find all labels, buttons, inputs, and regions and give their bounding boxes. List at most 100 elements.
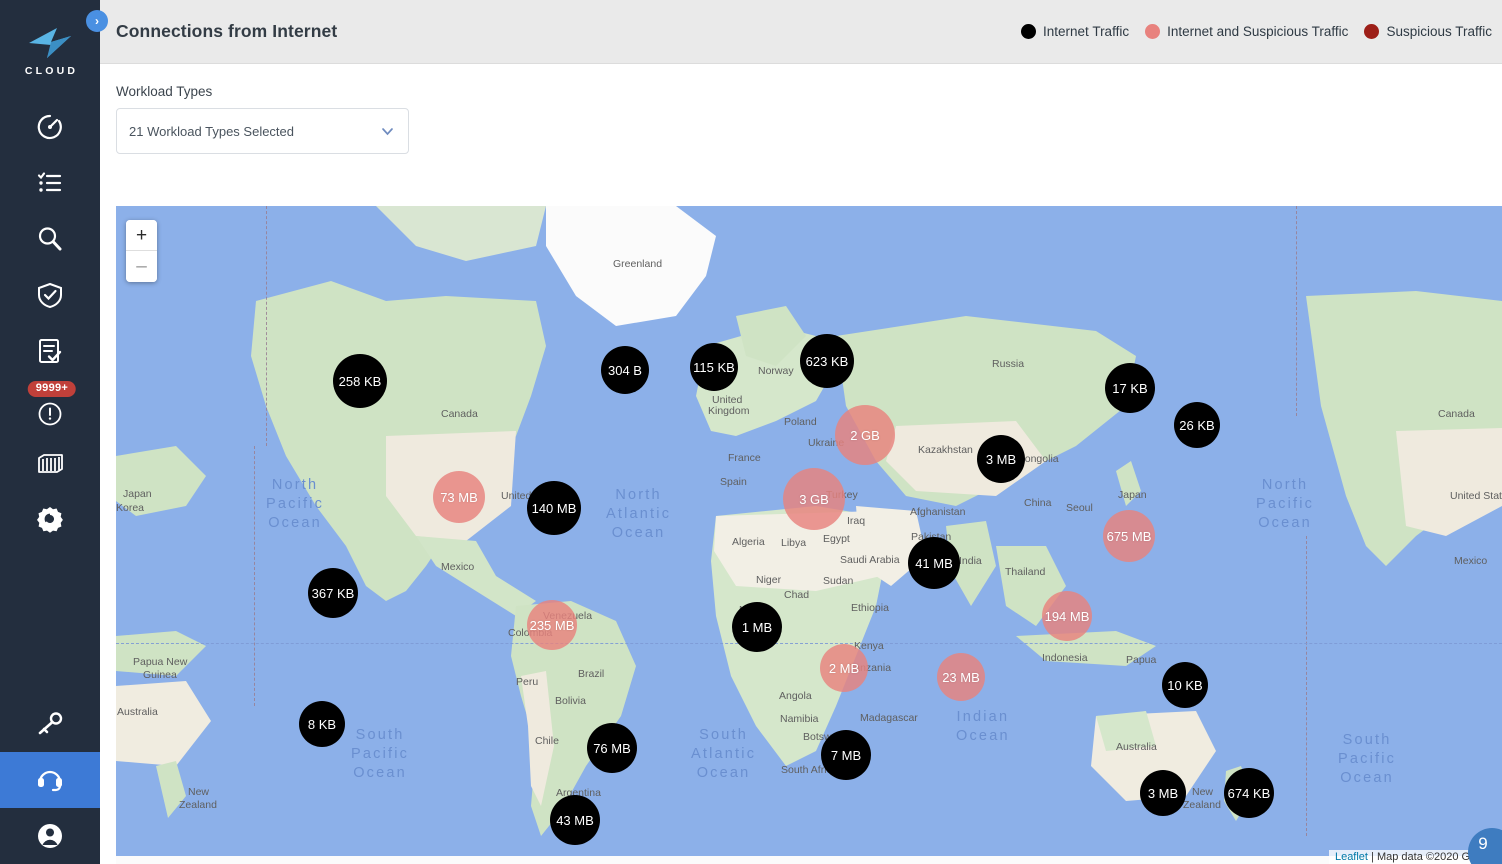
- legend-dot-red: [1364, 24, 1380, 39]
- app-root: › CLOUD 9999+ Connections from Internet …: [0, 0, 1502, 864]
- sidebar-item-inventory[interactable]: [0, 155, 100, 211]
- workload-types-selected-value: 21 Workload Types Selected: [129, 123, 295, 139]
- sidebar-item-alerts[interactable]: 9999+: [0, 379, 100, 435]
- headset-icon: [38, 770, 62, 792]
- help-bubble-label: 9: [1478, 834, 1488, 853]
- sidebar-toggle-chevron-icon: ›: [95, 14, 99, 28]
- map-marker-label: 674 KB: [1227, 785, 1271, 801]
- app-logo[interactable]: CLOUD: [22, 26, 78, 77]
- map-marker[interactable]: 140 MB: [527, 481, 581, 535]
- map-marker[interactable]: 7 MB: [821, 730, 871, 780]
- map-border-line: [254, 446, 255, 706]
- map-tiles: GreenlandCanadaUnited StatesMexicoVenezu…: [116, 206, 1502, 864]
- map-marker-label: 675 MB: [1106, 528, 1152, 544]
- sidebar-item-reports[interactable]: [0, 323, 100, 379]
- sidebar-item-keys[interactable]: [0, 696, 100, 752]
- map-marker-label: 23 MB: [942, 669, 980, 685]
- alert-circle-icon: [38, 402, 62, 426]
- gauge-icon: [37, 114, 62, 140]
- page-title: Connections from Internet: [116, 21, 338, 41]
- leaflet-link[interactable]: Leaflet: [1335, 851, 1368, 863]
- workload-types-label: Workload Types: [116, 84, 213, 99]
- map-zoom-in-button[interactable]: +: [126, 220, 157, 251]
- main-content: Connections from Internet Internet Traff…: [100, 0, 1502, 864]
- map-border-line: [266, 206, 267, 446]
- map-marker[interactable]: 115 KB: [690, 343, 738, 391]
- map-legend: Internet Traffic Internet and Suspicious…: [1005, 24, 1492, 39]
- map-marker[interactable]: 10 KB: [1162, 662, 1208, 708]
- map-marker-label: 367 KB: [311, 585, 355, 601]
- map-marker[interactable]: 675 MB: [1103, 510, 1155, 562]
- attribution-separator: |: [1367, 851, 1377, 863]
- map-marker[interactable]: 1 MB: [732, 602, 782, 652]
- map-marker[interactable]: 2 GB: [835, 405, 895, 465]
- filter-area: Workload Types 21 Workload Types Selecte…: [100, 64, 1502, 154]
- map-marker-label: 73 MB: [440, 489, 478, 505]
- legend-label-internet-and-suspicious-traffic: Internet and Suspicious Traffic: [1167, 24, 1349, 39]
- map-marker[interactable]: 304 B: [601, 346, 649, 394]
- map-marker-label: 3 MB: [985, 451, 1017, 467]
- world-map[interactable]: GreenlandCanadaUnited StatesMexicoVenezu…: [116, 206, 1502, 864]
- legend-dot-black: [1021, 24, 1037, 39]
- logo-text: CLOUD: [24, 65, 79, 77]
- map-marker[interactable]: 73 MB: [433, 471, 485, 523]
- map-marker[interactable]: 41 MB: [908, 537, 960, 589]
- map-marker[interactable]: 674 KB: [1224, 768, 1274, 818]
- map-marker[interactable]: 235 MB: [527, 600, 577, 650]
- map-marker[interactable]: 258 KB: [333, 354, 387, 408]
- sidebar-item-containers[interactable]: [0, 435, 100, 491]
- map-marker[interactable]: 2 MB: [820, 644, 868, 692]
- map-marker-label: 258 KB: [338, 373, 382, 389]
- map-marker[interactable]: 23 MB: [937, 653, 985, 701]
- map-marker[interactable]: 8 KB: [299, 701, 345, 747]
- map-marker-label: 3 GB: [799, 491, 829, 507]
- page-header: Connections from Internet Internet Traff…: [100, 0, 1502, 64]
- map-marker-label: 26 KB: [1179, 417, 1215, 433]
- map-zoom-out-button[interactable]: –: [126, 251, 157, 282]
- map-marker[interactable]: 3 GB: [783, 468, 845, 530]
- map-marker-label: 2 MB: [828, 660, 860, 676]
- map-marker-label: 115 KB: [693, 359, 735, 375]
- sidebar-item-settings[interactable]: [0, 491, 100, 547]
- legend-label-internet-traffic: Internet Traffic: [1043, 24, 1130, 39]
- list-check-icon: [37, 172, 62, 192]
- map-marker-label: 3 MB: [1147, 785, 1179, 801]
- legend-dot-pink: [1145, 24, 1161, 39]
- legend-item-internet-and-suspicious-traffic[interactable]: Internet and Suspicious Traffic: [1145, 24, 1348, 39]
- search-icon: [38, 227, 62, 251]
- map-marker-label: 7 MB: [830, 747, 862, 763]
- map-marker[interactable]: 43 MB: [550, 795, 600, 845]
- map-marker[interactable]: 76 MB: [587, 723, 637, 773]
- sidebar-item-search[interactable]: [0, 211, 100, 267]
- map-marker-label: 1 MB: [741, 619, 773, 635]
- map-marker-label: 235 MB: [529, 617, 575, 633]
- map-border-line: [1296, 206, 1297, 416]
- sidebar-item-dashboard[interactable]: [0, 99, 100, 155]
- sidebar-item-security[interactable]: [0, 267, 100, 323]
- legend-item-internet-traffic[interactable]: Internet Traffic: [1021, 24, 1129, 39]
- map-marker-label: 304 B: [608, 362, 642, 378]
- map-zoom-controls[interactable]: + –: [126, 220, 157, 282]
- map-marker[interactable]: 3 MB: [1140, 770, 1186, 816]
- map-marker[interactable]: 194 MB: [1042, 591, 1092, 641]
- map-marker-label: 8 KB: [307, 716, 337, 732]
- map-marker-label: 10 KB: [1167, 677, 1203, 693]
- document-check-icon: [39, 339, 62, 363]
- user-circle-icon: [38, 824, 62, 848]
- sidebar-collapse-toggle[interactable]: ›: [86, 10, 108, 32]
- map-marker[interactable]: 3 MB: [977, 435, 1025, 483]
- map-marker[interactable]: 623 KB: [800, 334, 854, 388]
- map-marker-label: 194 MB: [1044, 608, 1090, 624]
- map-border-line: [1306, 536, 1307, 836]
- sidebar-item-support[interactable]: [0, 752, 100, 808]
- map-marker-label: 41 MB: [915, 555, 953, 571]
- map-marker[interactable]: 17 KB: [1105, 363, 1155, 413]
- sidebar-item-account[interactable]: [0, 808, 100, 864]
- map-marker-label: 17 KB: [1112, 380, 1148, 396]
- map-marker[interactable]: 367 KB: [308, 568, 358, 618]
- sidebar: › CLOUD 9999+: [0, 0, 108, 864]
- workload-types-select[interactable]: 21 Workload Types Selected: [116, 108, 409, 154]
- map-marker-label: 43 MB: [556, 812, 594, 828]
- map-marker[interactable]: 26 KB: [1174, 402, 1220, 448]
- legend-item-suspicious-traffic[interactable]: Suspicious Traffic: [1364, 24, 1492, 39]
